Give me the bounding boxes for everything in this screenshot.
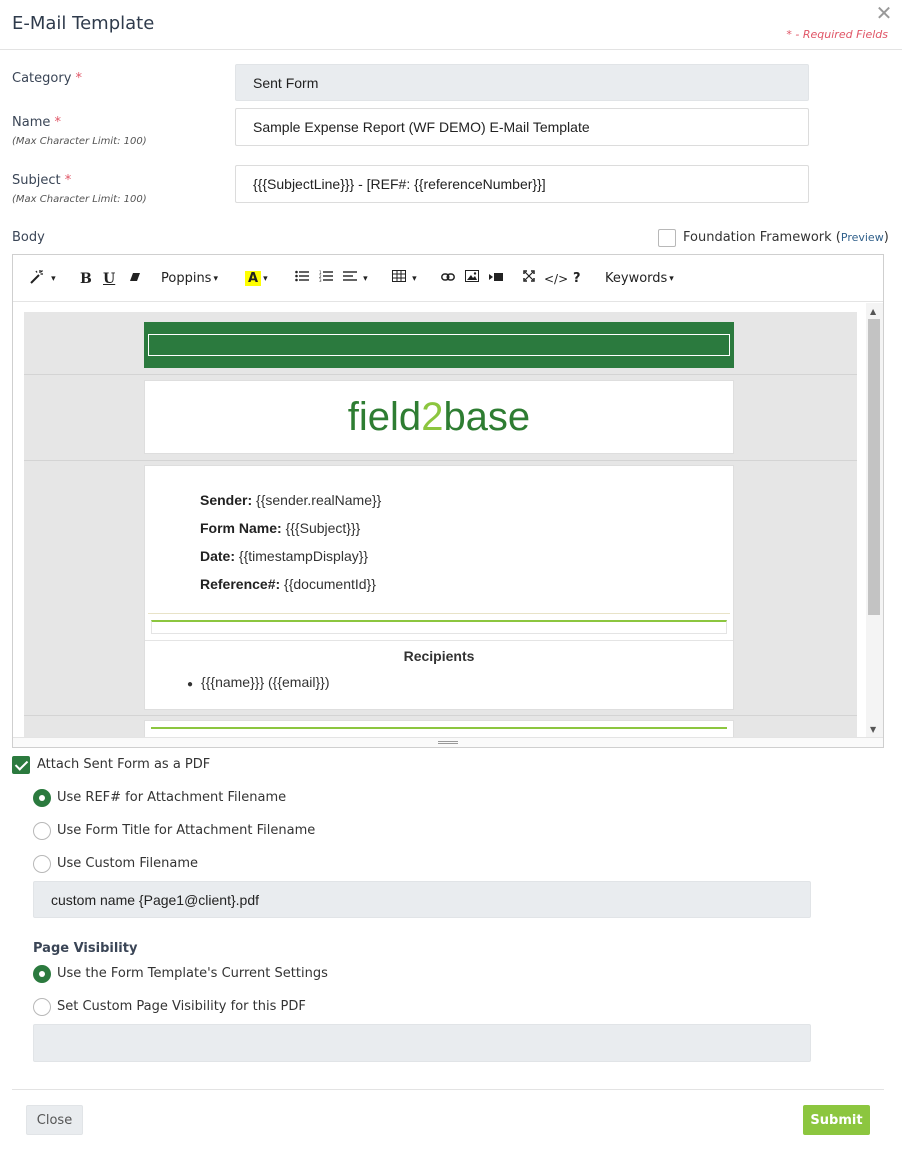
brand-card: field2base bbox=[144, 380, 734, 454]
modal-title: E-Mail Template bbox=[12, 13, 155, 34]
foundation-framework-label: Foundation Framework (Preview) bbox=[683, 230, 889, 245]
name-input[interactable]: Sample Expense Report (WF DEMO) E-Mail T… bbox=[235, 108, 809, 146]
svg-text:3: 3 bbox=[319, 278, 322, 282]
subject-input[interactable]: {{{SubjectLine}}} - [REF#: {{referenceNu… bbox=[235, 165, 809, 203]
close-icon[interactable]: ✕ bbox=[875, 3, 893, 23]
field2base-logo: field2base bbox=[347, 395, 531, 439]
radio-use-custom-label: Use Custom Filename bbox=[57, 856, 198, 871]
fullscreen-icon[interactable] bbox=[523, 269, 535, 289]
name-label: Name * bbox=[12, 115, 61, 130]
body-label: Body bbox=[12, 230, 45, 245]
attach-pdf-label: Attach Sent Form as a PDF bbox=[37, 757, 211, 772]
keywords-dropdown[interactable]: Keywords bbox=[605, 269, 674, 289]
help-icon[interactable]: ? bbox=[573, 269, 581, 289]
code-view-icon[interactable]: </> bbox=[544, 269, 568, 289]
eraser-icon[interactable] bbox=[129, 269, 141, 289]
link-icon[interactable] bbox=[441, 269, 455, 289]
footer-divider bbox=[12, 1089, 884, 1090]
name-hint: (Max Character Limit: 100) bbox=[12, 136, 147, 147]
preview-link[interactable]: Preview bbox=[841, 231, 884, 244]
info-card: Sender: {{sender.realName}} Form Name: {… bbox=[144, 465, 734, 710]
radio-vis-custom[interactable] bbox=[33, 998, 51, 1016]
bullet-list-icon[interactable] bbox=[295, 269, 309, 289]
font-family-dropdown[interactable]: Poppins bbox=[161, 269, 218, 289]
video-icon[interactable] bbox=[489, 269, 503, 289]
date-line: Date: {{timestampDisplay}} bbox=[200, 548, 369, 564]
category-label: Category * bbox=[12, 71, 83, 86]
submit-button[interactable]: Submit bbox=[803, 1105, 870, 1135]
rich-text-editor[interactable]: B U Poppins A 123 </> ? bbox=[12, 254, 884, 748]
header-divider bbox=[0, 49, 902, 50]
close-button[interactable]: Close bbox=[26, 1105, 83, 1135]
image-icon[interactable] bbox=[465, 269, 479, 289]
attach-pdf-checkbox[interactable] bbox=[12, 756, 30, 774]
radio-vis-custom-label: Set Custom Page Visibility for this PDF bbox=[57, 999, 306, 1014]
align-dropdown[interactable] bbox=[343, 269, 368, 289]
editor-resize-handle[interactable] bbox=[13, 737, 883, 747]
scroll-down-icon[interactable]: ▼ bbox=[870, 725, 876, 734]
text-color-dropdown[interactable]: A bbox=[245, 269, 268, 289]
scrollbar-thumb[interactable] bbox=[868, 319, 880, 615]
custom-visibility-field[interactable] bbox=[33, 1024, 811, 1062]
editor-content[interactable]: field2base Sender: {{sender.realName}} F… bbox=[24, 312, 857, 738]
recipient-item: ● {{{name}}} ({{email}}) bbox=[187, 674, 330, 690]
radio-use-form-title[interactable] bbox=[33, 822, 51, 840]
radio-use-ref[interactable] bbox=[33, 789, 51, 807]
foundation-framework-checkbox[interactable] bbox=[658, 229, 676, 247]
subject-label: Subject * bbox=[12, 173, 72, 188]
subject-hint: (Max Character Limit: 100) bbox=[12, 194, 147, 205]
underline-button[interactable]: U bbox=[103, 269, 115, 289]
bold-button[interactable]: B bbox=[80, 269, 92, 289]
required-fields-note: * - Required Fields bbox=[786, 28, 888, 41]
email-header-bar bbox=[144, 322, 734, 368]
radio-vis-current[interactable] bbox=[33, 965, 51, 983]
custom-filename-input[interactable]: custom name {Page1@client}.pdf bbox=[33, 881, 811, 918]
page-visibility-title: Page Visibility bbox=[33, 941, 138, 956]
divider-row bbox=[151, 620, 727, 634]
editor-toolbar: B U Poppins A 123 </> ? bbox=[13, 255, 883, 302]
numbered-list-icon[interactable]: 123 bbox=[319, 269, 333, 289]
email-header-inner bbox=[148, 334, 730, 356]
table-dropdown[interactable] bbox=[392, 269, 417, 289]
reference-line: Reference#: {{documentId}} bbox=[200, 576, 376, 592]
category-field: Sent Form bbox=[235, 64, 809, 101]
scroll-up-icon[interactable]: ▲ bbox=[870, 307, 876, 316]
magic-wand-icon[interactable] bbox=[29, 269, 56, 289]
recipients-title: Recipients bbox=[403, 648, 475, 664]
radio-use-custom[interactable] bbox=[33, 855, 51, 873]
radio-vis-current-label: Use the Form Template's Current Settings bbox=[57, 966, 328, 981]
editor-scrollbar[interactable]: ▲ ▼ bbox=[866, 303, 883, 737]
sender-line: Sender: {{sender.realName}} bbox=[200, 492, 382, 508]
radio-use-ref-label: Use REF# for Attachment Filename bbox=[57, 790, 287, 805]
next-card bbox=[144, 720, 734, 738]
form-name-line: Form Name: {{{Subject}}} bbox=[200, 520, 361, 536]
radio-use-form-title-label: Use Form Title for Attachment Filename bbox=[57, 823, 316, 838]
